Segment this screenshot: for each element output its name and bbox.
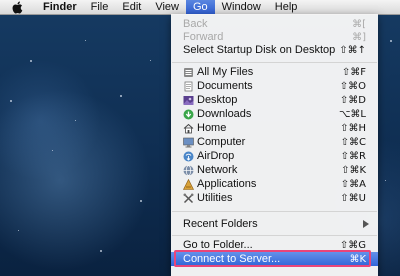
submenu-arrow-icon xyxy=(363,220,369,228)
menu-help[interactable]: Help xyxy=(268,0,305,14)
menu-item-network[interactable]: Network ⇧⌘K xyxy=(171,163,378,177)
menu-item-back[interactable]: Back ⌘[ xyxy=(171,17,378,31)
desktop-icon xyxy=(182,94,194,106)
documents-icon xyxy=(182,80,194,92)
menu-item-utilities[interactable]: Utilities ⇧⌘U xyxy=(171,191,378,205)
all-my-files-icon xyxy=(182,66,194,78)
menu-finder[interactable]: Finder xyxy=(36,0,84,14)
computer-icon xyxy=(182,136,194,148)
menu-item-home[interactable]: Home ⇧⌘H xyxy=(171,121,378,135)
menu-item-applications[interactable]: Applications ⇧⌘A xyxy=(171,177,378,191)
menu-file[interactable]: File xyxy=(84,0,116,14)
menu-separator xyxy=(172,62,377,63)
apple-icon[interactable] xyxy=(10,0,24,14)
menu-item-desktop[interactable]: Desktop ⇧⌘D xyxy=(171,93,378,107)
menu-item-connect-to-server[interactable]: Connect to Server... ⌘K xyxy=(171,252,378,266)
network-icon xyxy=(182,164,194,176)
utilities-icon xyxy=(182,192,194,204)
menu-go[interactable]: Go xyxy=(185,0,215,14)
menu-separator xyxy=(172,211,377,212)
go-menu-dropdown: Back ⌘[ Forward ⌘] Select Startup Disk o… xyxy=(171,14,378,276)
menu-item-downloads[interactable]: Downloads ⌥⌘L xyxy=(171,107,378,121)
menu-item-recent-folders[interactable]: Recent Folders xyxy=(171,217,378,231)
menu-item-select-startup-disk[interactable]: Select Startup Disk on Desktop ⇧⌘↑ xyxy=(171,43,378,57)
menu-item-airdrop[interactable]: AirDrop ⇧⌘R xyxy=(171,149,378,163)
menu-item-go-to-folder[interactable]: Go to Folder... ⇧⌘G xyxy=(171,238,378,252)
menu-item-computer[interactable]: Computer ⇧⌘C xyxy=(171,135,378,149)
home-icon xyxy=(182,122,194,134)
airdrop-icon xyxy=(182,150,194,162)
menu-separator xyxy=(172,235,377,236)
menu-view[interactable]: View xyxy=(148,0,186,14)
menu-item-documents[interactable]: Documents ⇧⌘O xyxy=(171,79,378,93)
menu-window[interactable]: Window xyxy=(215,0,268,14)
downloads-icon xyxy=(182,108,194,120)
menu-item-all-my-files[interactable]: All My Files ⇧⌘F xyxy=(171,65,378,79)
menu-edit[interactable]: Edit xyxy=(115,0,148,14)
applications-icon xyxy=(182,178,194,190)
menu-item-forward[interactable]: Forward ⌘] xyxy=(171,30,378,44)
menu-bar: Finder File Edit View Go Window Help xyxy=(0,0,400,15)
